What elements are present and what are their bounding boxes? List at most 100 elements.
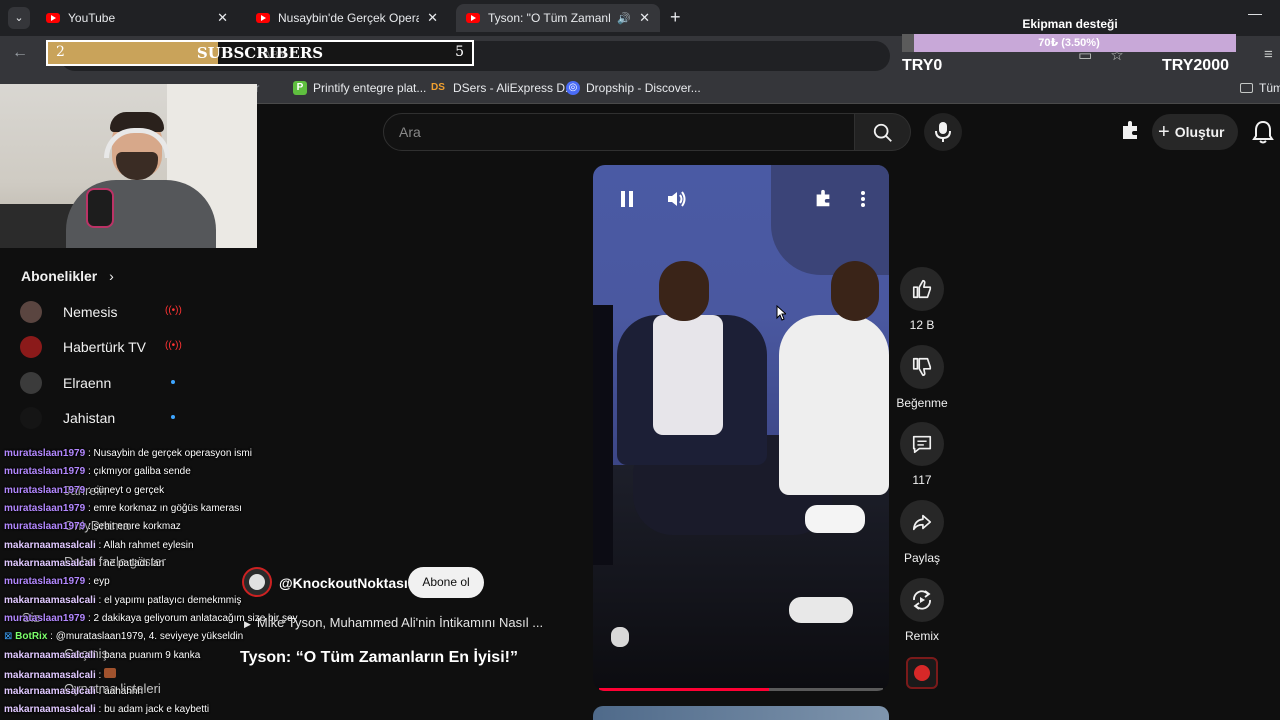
mouse-cursor-icon (776, 305, 786, 321)
remix-label: Remix (904, 629, 939, 643)
next-short-thumbnail[interactable] (593, 706, 889, 720)
bot-badge-icon: ⊠ (4, 631, 13, 642)
chat-user: makarnaamasalcali (4, 558, 96, 569)
bookmark-all[interactable]: Tüm (1240, 81, 1280, 95)
search-input[interactable]: Ara (383, 113, 855, 151)
donation-goal-amount: TRY2000 (1162, 57, 1229, 74)
browser-menu-icon[interactable]: ≡ (1264, 46, 1273, 63)
shorts-video-player[interactable] (593, 165, 889, 691)
chat-user: murataslaan1979 (4, 466, 86, 477)
video-set-curtain (771, 165, 889, 275)
sidebar-item-haberturk[interactable]: Habertürk TV ((•)) (20, 332, 190, 362)
youtube-favicon-icon (256, 13, 270, 23)
tab-search-chevron-icon[interactable]: ⌄ (8, 7, 30, 29)
extension-puzzle-icon[interactable] (1119, 120, 1141, 147)
comments-button-circle[interactable] (900, 422, 944, 466)
bookmark-dsers[interactable]: DS DSers - AliExpress D... (429, 81, 575, 95)
tab-close-icon[interactable]: ✕ (639, 10, 650, 26)
chat-user: BotRix (15, 631, 48, 642)
search-button[interactable] (855, 113, 911, 151)
like-button-circle[interactable] (900, 267, 944, 311)
browser-tab-youtube[interactable]: YouTube ✕ (36, 4, 238, 32)
tab-audio-icon[interactable]: 🔊 (617, 12, 631, 25)
video-title[interactable]: Tyson: “O Tüm Zamanların En İyisi!” (240, 649, 518, 667)
browser-tab-tyson[interactable]: Tyson: "O Tüm Zamanların E 🔊 ✕ (456, 4, 660, 32)
channel-logo-icon (914, 665, 930, 681)
tab-close-icon[interactable]: ✕ (427, 10, 438, 26)
chat-message: makarnaamasalcali : bu adam jack e kaybe… (4, 704, 210, 715)
sidebar-item-jahistan[interactable]: Jahistan (20, 403, 190, 433)
thumbs-up-icon (912, 279, 932, 299)
plus-icon: + (1158, 121, 1170, 143)
video-person-left (593, 305, 613, 565)
dislike-label: Beğenme (896, 396, 948, 410)
voice-search-button[interactable] (924, 113, 962, 151)
new-content-dot-icon (171, 415, 175, 419)
chat-text: aahahhh (104, 686, 144, 697)
chat-message: murataslaan1979 : çıkmıyor galiba sende (4, 466, 191, 477)
more-options-button[interactable] (849, 185, 877, 213)
new-tab-plus-icon[interactable]: + (670, 7, 681, 28)
create-label: Oluştur (1174, 124, 1225, 140)
channel-avatar[interactable] (242, 567, 272, 597)
video-subtitle[interactable]: ▶ Mike Tyson, Muhammed Ali'nin İntikamını… (244, 615, 543, 630)
dislike-button[interactable]: Beğenme (896, 345, 948, 410)
remix-button[interactable]: Remix (898, 578, 946, 643)
chat-user: murataslaan1979 (4, 613, 86, 624)
youtube-favicon-icon (46, 13, 60, 23)
extension-button[interactable] (809, 185, 837, 213)
chat-text: Nusaybin de gerçek operasyon ismi (93, 448, 252, 459)
remix-icon (913, 590, 931, 610)
chat-message: makarnaamasalcali : el yapımı patlayıcı … (4, 595, 242, 606)
subscriptions-heading[interactable]: Abonelikler › (21, 268, 114, 284)
video-progress-bar[interactable] (599, 688, 883, 691)
search-icon (873, 123, 892, 142)
tab-close-icon[interactable]: ✕ (217, 10, 228, 26)
notifications-bell-icon[interactable] (1252, 120, 1274, 149)
thumbs-down-icon (912, 357, 932, 377)
chat-user: makarnaamasalcali (4, 704, 96, 715)
remix-button-circle[interactable] (900, 578, 944, 622)
channel-name: Jahistan (63, 410, 116, 426)
subscriber-goal-label: SUBSCRIBERS (196, 44, 324, 62)
chat-message: ⊠ BotRix : @murataslaan1979, 4. seviyeye… (4, 631, 244, 642)
chat-message: makarnaamasalcali : bana puanım 9 kanka (4, 650, 201, 661)
bookmark-dropship[interactable]: ◎ Dropship - Discover... (566, 81, 701, 95)
create-button[interactable]: + Oluştur (1152, 114, 1238, 150)
chat-text: emre korkmaz ın göğüs kamerası (93, 503, 242, 514)
audio-source-thumbnail[interactable] (906, 657, 938, 689)
sidebar-item-nemesis[interactable]: Nemesis ((•)) (20, 297, 190, 327)
streamer-webcam (0, 84, 257, 248)
sidebar-item-elraenn[interactable]: Elraenn (20, 368, 190, 398)
volume-button[interactable] (663, 185, 691, 213)
video-shoe (805, 505, 865, 533)
chat-user: murataslaan1979 (4, 576, 86, 587)
browser-tab-nusaybin[interactable]: Nusaybin'de Gerçek Operasyon ✕ (246, 4, 448, 32)
chat-text: bu adam jack e kaybetti (104, 704, 210, 715)
comments-button[interactable]: 117 (898, 422, 946, 487)
dislike-button-circle[interactable] (900, 345, 944, 389)
live-indicator-icon: ((•)) (165, 305, 182, 316)
chat-user: murataslaan1979 (4, 521, 86, 532)
subscriber-goal-bar: ABY 2 SUBSCRIBERS 5 (46, 40, 474, 66)
chat-user: makarnaamasalcali (4, 540, 96, 551)
subscribe-button[interactable]: Abone ol (408, 567, 484, 598)
back-arrow-icon[interactable]: ← (12, 44, 28, 62)
donation-progress-text: 70₺ (3.50%) (1038, 37, 1100, 49)
channel-avatar (20, 407, 42, 429)
chat-user: makarnaamasalcali (4, 595, 96, 606)
bookmark-printify[interactable]: P Printify entegre plat... (293, 81, 426, 95)
printify-icon: P (293, 81, 307, 95)
chat-message: murataslaan1979 : cüneyt o gerçek (4, 485, 165, 496)
channel-name[interactable]: @KnockoutNoktası (279, 575, 408, 591)
like-button[interactable]: 12 B (898, 267, 946, 332)
dropship-icon: ◎ (566, 81, 580, 95)
bookmark-label: DSers - AliExpress D... (453, 81, 576, 95)
share-button-circle[interactable] (900, 500, 944, 544)
share-button[interactable]: Paylaş (898, 500, 946, 565)
pause-button[interactable] (613, 185, 641, 213)
video-shoe (789, 597, 853, 623)
channel-avatar (20, 301, 42, 323)
window-minimize-icon[interactable]: — (1248, 5, 1262, 21)
pause-icon (621, 191, 633, 207)
